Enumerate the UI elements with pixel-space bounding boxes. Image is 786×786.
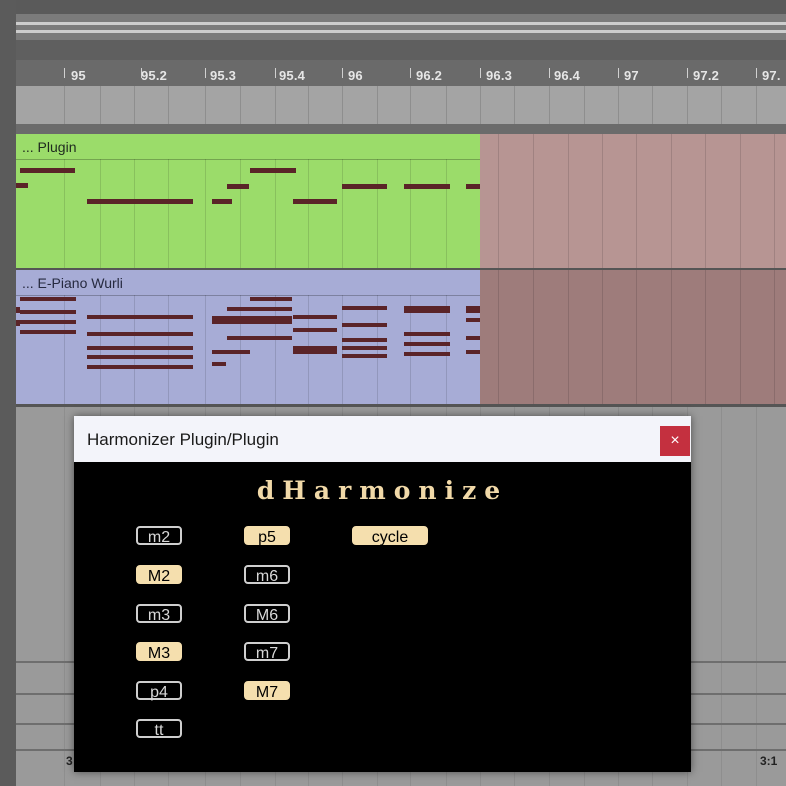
midi-note[interactable] [404, 306, 450, 313]
midi-note[interactable] [293, 328, 337, 332]
midi-note[interactable] [212, 199, 232, 204]
ruler-tick [275, 68, 276, 78]
time-label: 3:1 [760, 754, 778, 768]
clip-header[interactable]: ... Plugin [16, 134, 480, 160]
ruler-tick [756, 68, 757, 78]
midi-note[interactable] [342, 346, 387, 350]
midi-note[interactable] [212, 316, 292, 324]
midi-note[interactable] [466, 336, 480, 340]
midi-note[interactable] [293, 315, 337, 319]
midi-note[interactable] [342, 354, 387, 358]
midi-note[interactable] [342, 338, 387, 342]
time-label: 3 [66, 754, 73, 768]
interval-button-m2[interactable]: m2 [136, 526, 182, 546]
ruler-tick [687, 68, 688, 78]
close-icon: × [670, 432, 680, 449]
clip-title: ... E-Piano Wurli [22, 275, 123, 291]
interval-button-M7[interactable]: M7 [244, 681, 290, 701]
ruler-label: 96.4 [554, 68, 581, 83]
loop-bar[interactable] [16, 86, 786, 124]
midi-note[interactable] [466, 350, 480, 354]
interval-button-p4[interactable]: p4 [136, 681, 182, 701]
midi-note[interactable] [16, 183, 28, 188]
ruler-label: 97. [762, 68, 781, 83]
scroll-overview-bar[interactable] [16, 14, 786, 40]
plugin-window: Harmonizer Plugin/Plugin × dHarmonize m2… [74, 416, 691, 772]
midi-note[interactable] [20, 168, 75, 173]
interval-button-m3[interactable]: m3 [136, 604, 182, 624]
interval-button-M6[interactable]: M6 [244, 604, 290, 624]
midi-clip-plugin[interactable]: ... Plugin [16, 134, 480, 268]
midi-note[interactable] [16, 320, 20, 326]
ruler-tick [410, 68, 411, 78]
midi-note[interactable] [293, 199, 337, 204]
ruler-tick [342, 68, 343, 78]
cycle-button[interactable]: cycle [352, 526, 428, 546]
ruler-tick [549, 68, 550, 78]
interval-button-M3[interactable]: M3 [136, 642, 182, 662]
ruler-label: 97.2 [693, 68, 720, 83]
divider [16, 124, 786, 134]
midi-note[interactable] [404, 352, 450, 356]
midi-note[interactable] [404, 184, 450, 189]
midi-note[interactable] [87, 355, 193, 359]
midi-note[interactable] [87, 332, 193, 336]
ruler-label: 97 [624, 68, 639, 83]
ruler-label: 95.3 [210, 68, 237, 83]
midi-note[interactable] [87, 315, 193, 319]
midi-note[interactable] [87, 346, 193, 350]
interval-button-p5[interactable]: p5 [244, 526, 290, 546]
interval-button-m7[interactable]: m7 [244, 642, 290, 662]
midi-note[interactable] [20, 310, 76, 314]
midi-note[interactable] [342, 306, 387, 310]
midi-note[interactable] [227, 307, 292, 311]
clip-empty-region[interactable] [480, 270, 786, 404]
window-frame-top [0, 0, 786, 14]
midi-note[interactable] [227, 184, 249, 189]
ruler-label: 95 [71, 68, 86, 83]
ruler-tick [618, 68, 619, 78]
ruler-label: 96 [348, 68, 363, 83]
interval-button-m6[interactable]: m6 [244, 565, 290, 585]
midi-note[interactable] [87, 199, 193, 204]
timeline-ruler[interactable]: 95 95.2 95.3 95.4 96 96.2 96.3 96.4 97 9… [16, 60, 786, 86]
midi-note[interactable] [466, 306, 480, 313]
midi-note[interactable] [250, 168, 296, 173]
interval-button-tt[interactable]: tt [136, 719, 182, 739]
midi-note[interactable] [227, 336, 292, 340]
midi-note[interactable] [20, 297, 76, 301]
midi-note[interactable] [293, 346, 337, 354]
clip-empty-region[interactable] [480, 134, 786, 268]
ruler-label: 95.2 [141, 68, 168, 83]
midi-note[interactable] [20, 320, 76, 324]
ruler-label: 96.2 [416, 68, 443, 83]
midi-note[interactable] [212, 350, 250, 354]
ruler-tick [205, 68, 206, 78]
midi-note[interactable] [404, 342, 450, 346]
ruler-tick [64, 68, 65, 78]
ruler-label: 96.3 [486, 68, 513, 83]
clip-header[interactable]: ... E-Piano Wurli [16, 270, 480, 296]
midi-note[interactable] [404, 332, 450, 336]
plugin-name: dHarmonize [256, 476, 509, 505]
close-button[interactable]: × [660, 426, 690, 456]
plugin-body: dHarmonize m2 M2 m3 M3 p4 tt p5 m6 M6 m7… [74, 462, 691, 772]
midi-clip-epiano[interactable]: ... E-Piano Wurli [16, 270, 480, 404]
plugin-titlebar[interactable]: Harmonizer Plugin/Plugin × [74, 416, 691, 462]
midi-note[interactable] [212, 362, 226, 366]
midi-note[interactable] [250, 297, 292, 301]
midi-note[interactable] [466, 318, 480, 322]
midi-note[interactable] [342, 184, 387, 189]
ruler-tick [480, 68, 481, 78]
interval-button-M2[interactable]: M2 [136, 565, 182, 585]
clip-title: ... Plugin [22, 139, 77, 155]
left-strip [0, 0, 16, 786]
midi-note[interactable] [342, 323, 387, 327]
midi-note[interactable] [87, 365, 193, 369]
plugin-window-title: Harmonizer Plugin/Plugin [87, 430, 279, 449]
midi-note[interactable] [20, 330, 76, 334]
ruler-label: 95.4 [279, 68, 306, 83]
midi-note[interactable] [466, 184, 480, 189]
